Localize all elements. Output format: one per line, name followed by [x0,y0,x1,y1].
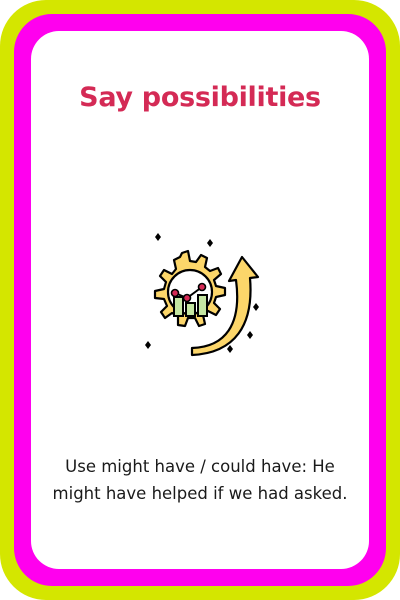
card-description: Use might have / could have: He might ha… [52,457,348,503]
card-title: Say possibilities [79,82,321,113]
sparkle-icon [207,239,213,247]
sparkle-icon [227,345,233,353]
sparkle-icon [253,303,259,311]
growth-chart-gear-icon [130,225,270,360]
sparkle-icon [145,341,151,349]
sparkle-icon [155,233,161,241]
sparkle-icon [247,331,253,339]
